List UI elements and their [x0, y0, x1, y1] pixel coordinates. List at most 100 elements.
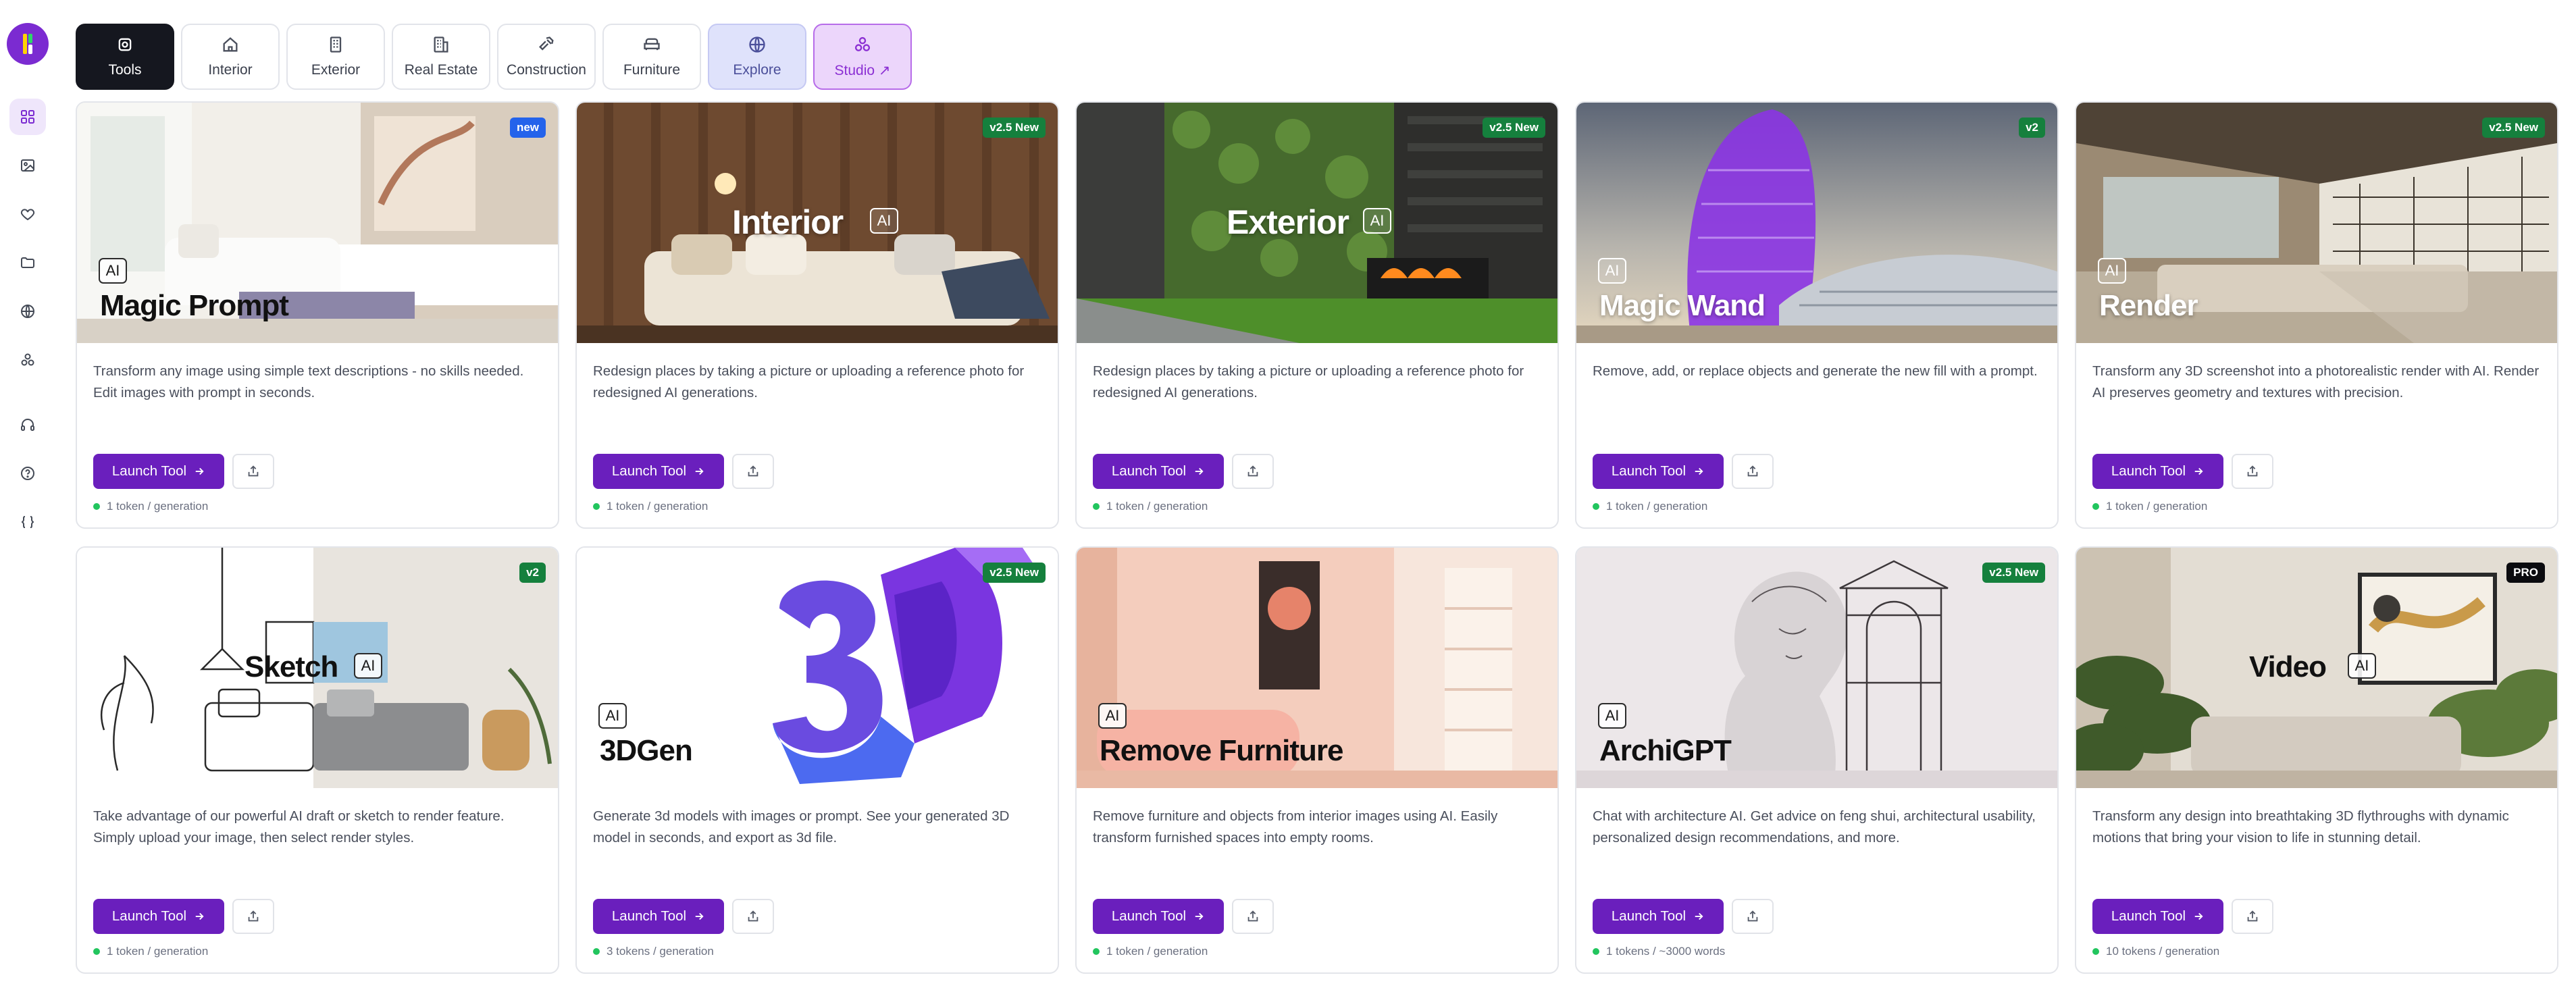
share-icon	[748, 465, 758, 477]
share-icon	[2247, 910, 2258, 922]
sidebar	[0, 0, 55, 990]
launch-label: Launch Tool	[1111, 908, 1187, 924]
tool-card-interior[interactable]: v2.5 New Interior AI Redesign places by …	[575, 101, 1059, 529]
tool-card-magic-wand[interactable]: v2 AI Magic Wand Remove, add, or replace…	[1575, 101, 2059, 529]
share-icon	[1247, 465, 1258, 477]
token-cost: 1 token / generation	[593, 500, 708, 513]
share-button[interactable]	[2232, 454, 2273, 489]
card-description: Redesign places by taking a picture or u…	[1093, 363, 1524, 400]
launch-tool-button[interactable]: Launch Tool	[1093, 899, 1224, 934]
tab-real-estate[interactable]: Real Estate	[392, 24, 490, 90]
logo-mark	[23, 34, 27, 54]
card-title: Magic Prompt	[100, 289, 289, 322]
launch-tool-button[interactable]: Launch Tool	[2092, 899, 2223, 934]
tool-card-render[interactable]: v2.5 New AI Render Transform any 3D scre…	[2075, 101, 2558, 529]
cost-label: 1 token / generation	[1106, 500, 1208, 513]
token-cost: 1 token / generation	[93, 945, 208, 958]
share-button[interactable]	[1732, 899, 1774, 934]
version-badge: v2	[519, 563, 546, 583]
status-dot	[2092, 503, 2099, 510]
cost-label: 1 tokens / ~3000 words	[1606, 945, 1726, 958]
launch-tool-button[interactable]: Launch Tool	[1593, 454, 1724, 489]
tool-card-magic-prompt[interactable]: new AI Magic Prompt Transform any image …	[76, 101, 559, 529]
status-dot	[593, 503, 600, 510]
launch-tool-button[interactable]: Launch Tool	[1093, 454, 1224, 489]
tab-tools[interactable]: Tools	[76, 24, 174, 90]
tool-card-3dgen[interactable]: v2.5 New AI 3DGen Generate 3d models wit…	[575, 546, 1059, 974]
card-title: Interior	[732, 203, 844, 241]
tab-label: Interior	[208, 62, 253, 78]
tool-card-archigpt[interactable]: v2.5 New AI ArchiGPT Chat with architect…	[1575, 546, 2059, 974]
share-button[interactable]	[1732, 454, 1774, 489]
ai-chip: AI	[1363, 208, 1391, 234]
sidebar-item-projects[interactable]	[9, 244, 46, 281]
launch-label: Launch Tool	[2111, 908, 2186, 924]
card-image: new AI Magic Prompt	[77, 103, 558, 343]
version-badge: new	[509, 118, 546, 138]
card-description: Transform any image using simple text de…	[93, 363, 524, 400]
sofa-icon	[644, 38, 660, 51]
tab-exterior[interactable]: Exterior	[286, 24, 385, 90]
card-description: Generate 3d models with images or prompt…	[593, 808, 1010, 845]
launch-tool-button[interactable]: Launch Tool	[93, 899, 224, 934]
logo[interactable]	[7, 23, 49, 65]
arrow-right-icon	[695, 912, 704, 920]
logo-mark	[28, 34, 32, 43]
launch-label: Launch Tool	[1611, 463, 1686, 479]
cost-label: 1 token / generation	[107, 500, 209, 513]
ai-chip: AI	[2348, 653, 2376, 679]
launch-label: Launch Tool	[2111, 463, 2186, 479]
image-icon	[21, 159, 34, 172]
share-button[interactable]	[232, 454, 274, 489]
launch-tool-button[interactable]: Launch Tool	[593, 899, 724, 934]
share-icon	[248, 465, 259, 477]
share-button[interactable]	[732, 454, 774, 489]
version-badge: v2.5 New	[983, 563, 1046, 583]
share-button[interactable]	[2232, 899, 2273, 934]
share-button[interactable]	[232, 899, 274, 934]
card-title: ArchiGPT	[1599, 734, 1732, 767]
tab-studio[interactable]: Studio ↗	[813, 24, 912, 90]
tool-card-sketch[interactable]: v2 Sketch AI Take advantage of our power…	[76, 546, 559, 974]
share-button[interactable]	[1232, 899, 1274, 934]
tab-explore[interactable]: Explore	[708, 24, 806, 90]
logo-mark	[28, 45, 32, 54]
card-description: Chat with architecture AI. Get advice on…	[1593, 808, 2036, 845]
sidebar-item-explore[interactable]	[9, 293, 46, 330]
token-cost: 1 token / generation	[2092, 500, 2207, 513]
sidebar-item-help[interactable]	[9, 455, 46, 492]
ai-chip: AI	[99, 258, 127, 284]
sidebar-item-gallery[interactable]	[9, 147, 46, 184]
arrow-right-icon	[2194, 912, 2203, 920]
ai-chip: AI	[870, 208, 898, 234]
tool-card-video[interactable]: PRO Video AI Transform any design into b…	[2075, 546, 2558, 974]
launch-tool-button[interactable]: Launch Tool	[2092, 454, 2223, 489]
launch-label: Launch Tool	[111, 463, 187, 479]
sidebar-item-studio[interactable]	[9, 342, 46, 378]
token-cost: 10 tokens / generation	[2092, 945, 2219, 958]
token-cost: 3 tokens / generation	[593, 945, 714, 958]
tool-card-exterior[interactable]: v2.5 New Exterior AI Redesign places by …	[1075, 101, 1559, 529]
status-dot	[2092, 948, 2099, 955]
card-image: v2.5 New AI Render	[2076, 103, 2557, 343]
tab-interior[interactable]: Interior	[181, 24, 280, 90]
launch-tool-button[interactable]: Launch Tool	[93, 454, 224, 489]
tab-construction[interactable]: Construction	[497, 24, 596, 90]
share-button[interactable]	[732, 899, 774, 934]
sidebar-item-api[interactable]	[9, 504, 46, 540]
launch-tool-button[interactable]: Launch Tool	[593, 454, 724, 489]
card-title: Exterior	[1227, 203, 1349, 241]
tab-label: Tools	[108, 62, 142, 78]
tab-furniture[interactable]: Furniture	[602, 24, 701, 90]
launch-tool-button[interactable]: Launch Tool	[1593, 899, 1724, 934]
share-button[interactable]	[1232, 454, 1274, 489]
sidebar-item-tools[interactable]	[9, 99, 46, 135]
sidebar-item-favorites[interactable]	[9, 196, 46, 232]
sidebar-item-support[interactable]	[9, 407, 46, 443]
building-icon	[330, 36, 342, 53]
share-icon	[1247, 910, 1258, 922]
card-image: PRO Video AI	[2076, 548, 2557, 788]
card-image: v2.5 New Interior AI	[577, 103, 1058, 343]
tool-card-remove-furniture[interactable]: AI Remove Furniture Remove furniture and…	[1075, 546, 1559, 974]
version-badge: v2	[2019, 118, 2045, 138]
